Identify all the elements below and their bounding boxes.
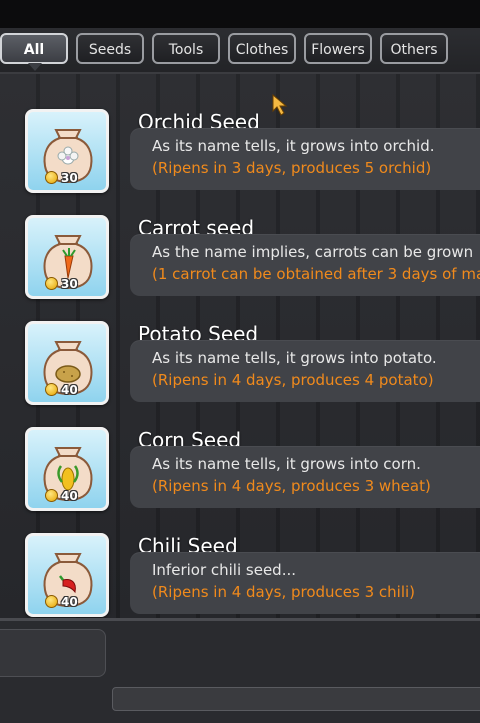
tab-flowers[interactable]: Flowers (304, 33, 372, 64)
item-yield-info: (Ripens in 4 days, produces 4 potato) (152, 371, 434, 389)
tab-others[interactable]: Others (380, 33, 448, 64)
item-yield-info: (Ripens in 4 days, produces 3 chili) (152, 583, 416, 601)
top-strip (0, 0, 480, 28)
tab-all[interactable]: All (0, 33, 68, 71)
item-description: As its name tells, it grows into potato. (152, 349, 437, 367)
item-price: 40 (61, 595, 78, 609)
tab-tools[interactable]: Tools (152, 33, 220, 64)
item-description: Inferior chili seed... (152, 561, 297, 579)
item-yield-info: (Ripens in 3 days, produces 5 orchid) (152, 159, 432, 177)
item-description-box: Inferior chili seed... (Ripens in 4 days… (130, 552, 480, 614)
price-badge: 40 (45, 594, 95, 610)
horizontal-scrollbar[interactable] (112, 687, 480, 711)
item-description: As its name tells, it grows into corn. (152, 455, 421, 473)
list-item[interactable]: 40 Corn Seed As its name tells, it grows… (0, 392, 480, 511)
tab-seeds[interactable]: Seeds (76, 33, 144, 64)
list-item[interactable]: 30 Orchid Seed As its name tells, it gro… (0, 74, 480, 193)
item-description: As its name tells, it grows into orchid. (152, 137, 435, 155)
bottom-panel[interactable] (0, 629, 106, 677)
item-yield-info: (Ripens in 4 days, produces 3 wheat) (152, 477, 431, 495)
item-description: As the name implies, carrots can be grow… (152, 243, 474, 261)
gold-coin-icon (45, 595, 58, 608)
item-icon-tile[interactable]: 40 (25, 533, 109, 617)
bottom-bar (0, 618, 480, 723)
list-item[interactable]: 40 Chili Seed Inferior chili seed... (Ri… (0, 498, 480, 617)
category-tab-bar: All Seeds Tools Clothes Flowers Others (0, 28, 480, 74)
list-item[interactable]: 30 Carrot seed As the name implies, carr… (0, 180, 480, 299)
list-item[interactable]: 40 Potato Seed As its name tells, it gro… (0, 286, 480, 405)
shop-item-list[interactable]: 30 Orchid Seed As its name tells, it gro… (0, 74, 480, 618)
item-yield-info: (1 carrot can be obtained after 3 days o… (152, 265, 480, 283)
mouse-pointer-icon (272, 94, 288, 116)
tab-clothes[interactable]: Clothes (228, 33, 296, 64)
